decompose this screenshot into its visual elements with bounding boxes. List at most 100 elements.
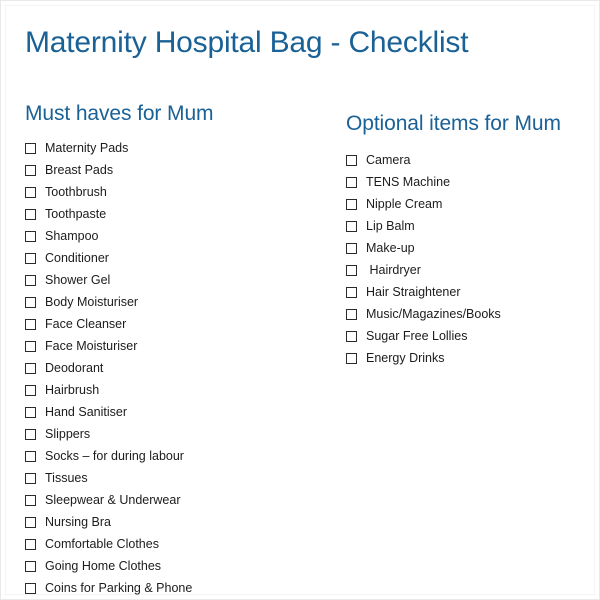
- checklist-page: Maternity Hospital Bag - Checklist Must …: [0, 0, 600, 600]
- checklist-item[interactable]: Socks – for during labour: [25, 445, 325, 467]
- checkbox-icon[interactable]: [25, 274, 36, 286]
- checklist-item-label: Face Cleanser: [45, 317, 127, 331]
- checklist-item-label: Deodorant: [45, 361, 104, 375]
- checklist-item-label: Energy Drinks: [366, 351, 445, 365]
- checklist-item[interactable]: Hand Sanitiser: [25, 401, 325, 423]
- checklist-item-label: Body Moisturiser: [45, 295, 139, 309]
- checkbox-icon[interactable]: [25, 406, 36, 418]
- checklist-item[interactable]: Body Moisturiser: [25, 291, 325, 313]
- checklist-item-label: Tissues: [45, 471, 88, 485]
- checkbox-icon[interactable]: [25, 230, 36, 242]
- checkbox-icon[interactable]: [25, 472, 36, 484]
- checklist-item[interactable]: Energy Drinks: [346, 347, 596, 369]
- checklist-item-label: Make-up: [366, 241, 415, 255]
- checklist-must-haves-for-mum: Maternity Pads Breast Pads Toothbrush Tooth…: [25, 137, 325, 599]
- checkbox-icon[interactable]: [346, 176, 357, 188]
- checkbox-icon[interactable]: [25, 516, 36, 528]
- checklist-item-label: Sugar Free Lollies: [366, 329, 468, 343]
- checklist-item[interactable]: Toothpaste: [25, 203, 325, 225]
- checkbox-icon[interactable]: [25, 142, 36, 154]
- checkbox-icon[interactable]: [25, 428, 36, 440]
- column-must-haves-for-mum: Must haves for Mum Maternity Pads Breast …: [25, 101, 325, 599]
- checklist-item[interactable]: Deodorant: [25, 357, 325, 379]
- checklist-item-label: Shower Gel: [45, 273, 111, 287]
- checklist-item[interactable]: Sleepwear & Underwear: [25, 489, 325, 511]
- checklist-item-label: Music/Magazines/Books: [366, 307, 501, 321]
- checkbox-icon[interactable]: [25, 450, 36, 462]
- checkbox-icon[interactable]: [346, 264, 357, 276]
- checkbox-icon[interactable]: [25, 296, 36, 308]
- checklist-item[interactable]: Hairbrush: [25, 379, 325, 401]
- checkbox-icon[interactable]: [25, 208, 36, 220]
- checkbox-icon[interactable]: [25, 560, 36, 572]
- checklist-item[interactable]: Conditioner: [25, 247, 325, 269]
- checklist-item-label: Hair Straightener: [366, 285, 461, 299]
- checkbox-icon[interactable]: [346, 198, 357, 210]
- column-optional-items-for-mum: Optional items for Mum Camera TENS Machin…: [346, 111, 596, 369]
- checkbox-icon[interactable]: [25, 384, 36, 396]
- checklist-item-label: Nipple Cream: [366, 197, 443, 211]
- checklist-item[interactable]: Music/Magazines/Books: [346, 303, 596, 325]
- checklist-item-label: Face Moisturiser: [45, 339, 138, 353]
- checklist-item-label: Shampoo: [45, 229, 99, 243]
- checkbox-icon[interactable]: [346, 330, 357, 342]
- checklist-item[interactable]: Comfortable Clothes: [25, 533, 325, 555]
- checklist-item-label: Hairdryer: [366, 263, 421, 277]
- checkbox-icon[interactable]: [346, 242, 357, 254]
- checklist-item[interactable]: Breast Pads: [25, 159, 325, 181]
- checklist-item-label: Conditioner: [45, 251, 109, 265]
- checkbox-icon[interactable]: [25, 362, 36, 374]
- checkbox-icon[interactable]: [25, 164, 36, 176]
- checklist-item[interactable]: Toothbrush: [25, 181, 325, 203]
- checklist-item-label: Socks – for during labour: [45, 449, 184, 463]
- checklist-item[interactable]: Shower Gel: [25, 269, 325, 291]
- checklist-item-label: Slippers: [45, 427, 91, 441]
- checklist-optional-items-for-mum: Camera TENS Machine Nipple Cream Lip Balm Ma…: [346, 149, 596, 369]
- checklist-item-label: Hairbrush: [45, 383, 100, 397]
- section-heading-optional-items-for-mum: Optional items for Mum: [346, 112, 561, 135]
- checklist-item[interactable]: Going Home Clothes: [25, 555, 325, 577]
- checklist-item-label: Going Home Clothes: [45, 559, 162, 573]
- checkbox-icon[interactable]: [25, 186, 36, 198]
- checkbox-icon[interactable]: [346, 308, 357, 320]
- checkbox-icon[interactable]: [25, 318, 36, 330]
- checklist-item-label: Hand Sanitiser: [45, 405, 127, 419]
- checklist-item[interactable]: Hair Straightener: [346, 281, 596, 303]
- checklist-item[interactable]: Nursing Bra: [25, 511, 325, 533]
- checklist-item[interactable]: Lip Balm: [346, 215, 596, 237]
- checkbox-icon[interactable]: [25, 340, 36, 352]
- checklist-item-label: Lip Balm: [366, 219, 415, 233]
- checkbox-icon[interactable]: [346, 352, 357, 364]
- checkbox-icon[interactable]: [25, 582, 36, 594]
- checkbox-icon[interactable]: [346, 220, 357, 232]
- checkbox-icon[interactable]: [25, 538, 36, 550]
- checklist-item-label: TENS Machine: [366, 175, 451, 189]
- checklist-item[interactable]: Slippers: [25, 423, 325, 445]
- checklist-item[interactable]: Make-up: [346, 237, 596, 259]
- checkbox-icon[interactable]: [346, 154, 357, 166]
- checkbox-icon[interactable]: [25, 494, 36, 506]
- checklist-item-label: Camera: [366, 153, 411, 167]
- checklist-item[interactable]: Sugar Free Lollies: [346, 325, 596, 347]
- checklist-item-label: Breast Pads: [45, 163, 114, 177]
- checkbox-icon[interactable]: [25, 252, 36, 264]
- checklist-item-label: Toothpaste: [45, 207, 107, 221]
- checklist-item-label: Maternity Pads: [45, 141, 129, 155]
- checklist-item[interactable]: Hairdryer: [346, 259, 596, 281]
- checklist-item[interactable]: Face Moisturiser: [25, 335, 325, 357]
- page-title: Maternity Hospital Bag - Checklist: [25, 26, 469, 59]
- checklist-item-label: Nursing Bra: [45, 515, 111, 529]
- checklist-item[interactable]: Shampoo: [25, 225, 325, 247]
- section-heading-must-haves-for-mum: Must haves for Mum: [25, 102, 214, 125]
- checklist-item[interactable]: Face Cleanser: [25, 313, 325, 335]
- checklist-item[interactable]: Maternity Pads: [25, 137, 325, 159]
- checklist-item[interactable]: Camera: [346, 149, 596, 171]
- checklist-item[interactable]: Coins for Parking & Phone: [25, 577, 325, 599]
- checklist-item-label: Coins for Parking & Phone: [45, 581, 193, 595]
- checkbox-icon[interactable]: [346, 286, 357, 298]
- checklist-item[interactable]: TENS Machine: [346, 171, 596, 193]
- checklist-item[interactable]: Nipple Cream: [346, 193, 596, 215]
- checklist-item-label: Comfortable Clothes: [45, 537, 159, 551]
- checklist-item[interactable]: Tissues: [25, 467, 325, 489]
- checklist-item-label: Sleepwear & Underwear: [45, 493, 181, 507]
